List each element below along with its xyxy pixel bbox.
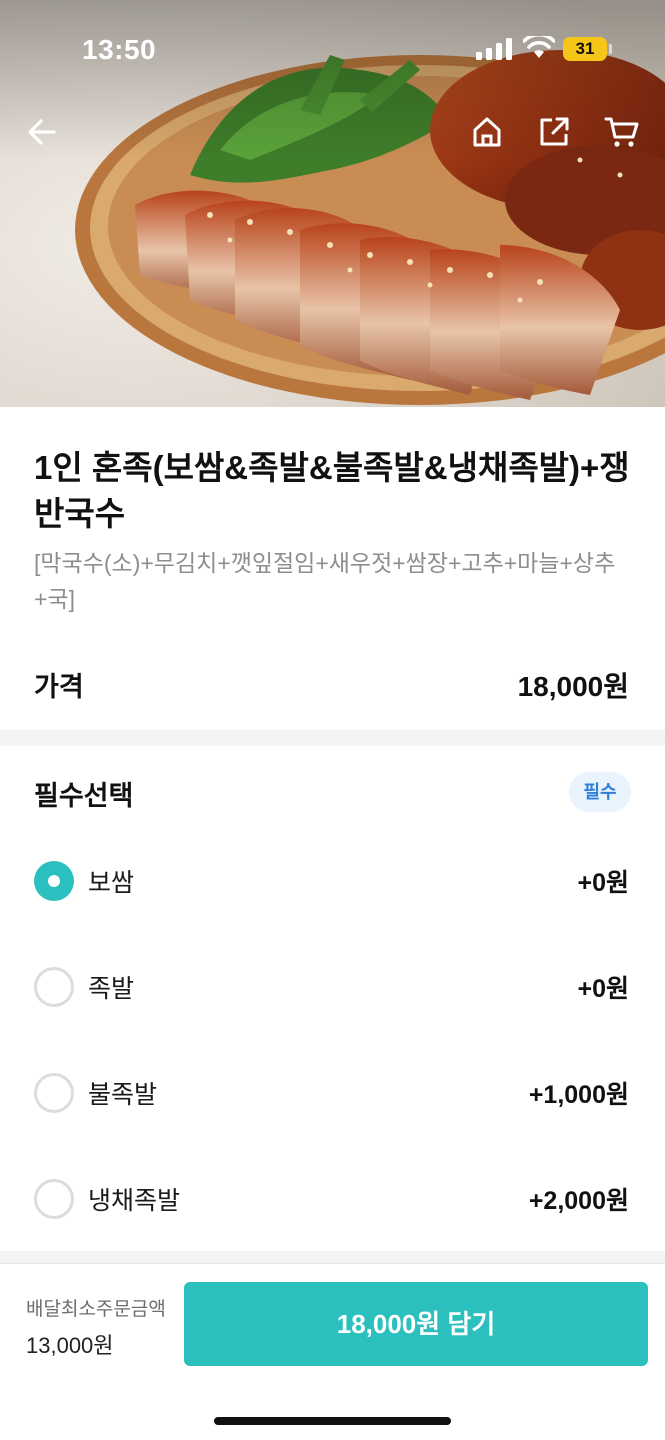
share-icon <box>540 117 569 146</box>
option-jokbal[interactable]: 족발 +0원 <box>0 947 665 1027</box>
price-label: 가격 <box>34 672 84 702</box>
share-button[interactable] <box>532 110 576 154</box>
radio-unchecked-icon[interactable] <box>34 1073 74 1113</box>
battery-cap <box>609 44 612 54</box>
option-price: +0원 <box>577 975 629 1003</box>
options-heading: 필수선택 <box>34 781 134 811</box>
option-name: 보쌈 <box>88 869 135 897</box>
home-icon <box>473 117 501 147</box>
option-name: 족발 <box>88 975 135 1003</box>
arrow-left-icon <box>28 119 56 145</box>
option-price: +0원 <box>577 869 629 897</box>
battery-indicator: 31 <box>563 37 607 61</box>
home-button[interactable] <box>465 110 509 154</box>
min-order-value: 13,000원 <box>26 1333 114 1358</box>
product-info: 1인 혼족(보쌈&족발&불족발&냉채족발)+쟁반국수 [막국수(소)+무김치+깻… <box>0 407 665 730</box>
bottom-order-bar: 배달최소주문금액 13,000원 18,000원 담기 <box>0 1263 665 1440</box>
option-name: 냉채족발 <box>88 1187 181 1215</box>
option-bossam[interactable]: 보쌈 +0원 <box>0 841 665 921</box>
radio-checked-icon[interactable] <box>34 861 74 901</box>
section-divider <box>0 730 665 746</box>
status-bar: 13:50 31 <box>0 0 665 100</box>
home-indicator[interactable] <box>214 1417 451 1425</box>
battery-level: 31 <box>575 39 595 58</box>
add-to-cart-button[interactable]: 18,000원 담기 <box>184 1282 648 1366</box>
option-price: +1,000원 <box>528 1081 629 1109</box>
price-value: 18,000원 <box>517 671 629 702</box>
radio-unchecked-icon[interactable] <box>34 1179 74 1219</box>
status-time: 13:50 <box>82 34 157 65</box>
option-price: +2,000원 <box>528 1187 629 1215</box>
option-buljokbal[interactable]: 불족발 +1,000원 <box>0 1053 665 1133</box>
min-order-label: 배달최소주문금액 <box>26 1299 166 1320</box>
required-options-section: 필수선택 필수 보쌈 +0원 족발 +0원 불족발 +1,000원 냉채족발 +… <box>0 746 665 1251</box>
option-naengchae-jokbal[interactable]: 냉채족발 +2,000원 <box>0 1159 665 1239</box>
cart-button[interactable] <box>600 110 644 154</box>
required-badge: 필수 <box>569 772 631 812</box>
wifi-icon <box>523 36 555 58</box>
radio-unchecked-icon[interactable] <box>34 967 74 1007</box>
cellular-signal-icon <box>476 38 512 60</box>
product-description: [막국수(소)+무김치+깻잎절임+새우젓+쌈장+고추+마늘+상추+국] <box>34 550 616 612</box>
section-divider <box>0 1251 665 1263</box>
back-button[interactable] <box>20 110 64 154</box>
product-title: 1인 혼족(보쌈&족발&불족발&냉채족발)+쟁반국수 <box>34 449 630 532</box>
cart-icon <box>604 117 639 147</box>
option-name: 불족발 <box>88 1081 158 1109</box>
